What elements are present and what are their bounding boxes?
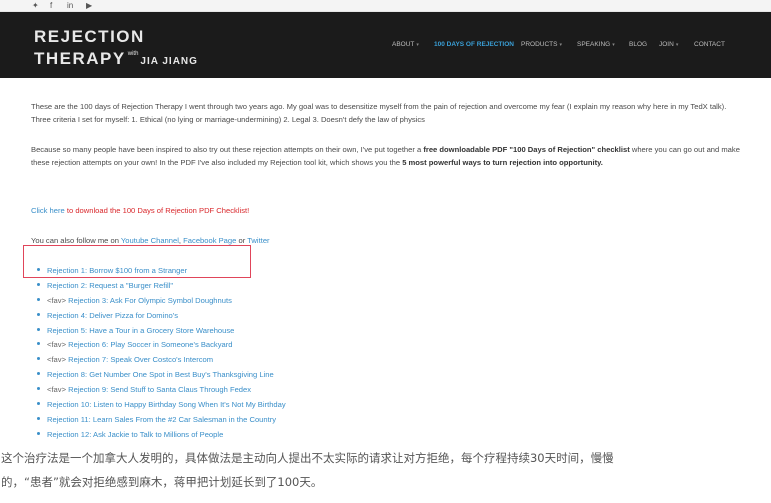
rejection-link[interactable]: Rejection 6: Play Soccer in Someone's Ba… [68, 340, 232, 349]
list-item: Rejection 10: Listen to Happy Birthday S… [37, 398, 437, 413]
list-item: <fav> Rejection 3: Ask For Olympic Symbo… [37, 294, 437, 309]
caption-line-1: 这个治疗法是一个加拿大人发明的，具体做法是主动向人提出不太实际的请求让对方拒绝，… [1, 451, 614, 465]
facebook-link[interactable]: Facebook Page [183, 236, 236, 245]
youtube-link[interactable]: Youtube Channel [121, 236, 179, 245]
chevron-down-icon: ▾ [416, 42, 419, 48]
twitter-link[interactable]: Twitter [247, 236, 269, 245]
list-item: Rejection 5: Have a Tour in a Grocery St… [37, 324, 437, 339]
site-header: REJECTION THERAPY withJIA JIANG ABOUT ▾ 10… [0, 12, 771, 78]
list-item: Rejection 8: Get Number One Spot in Best… [37, 368, 437, 383]
rejection-link[interactable]: Rejection 10: Listen to Happy Birthday S… [47, 400, 286, 409]
nav-blog[interactable]: BLOG [629, 41, 647, 48]
rejection-link[interactable]: Rejection 8: Get Number One Spot in Best… [47, 370, 274, 379]
download-line: Click here to download the 100 Days of R… [31, 204, 743, 217]
logo-therapy: THERAPY [34, 49, 126, 68]
rejection-link[interactable]: Rejection 5: Have a Tour in a Grocery St… [47, 326, 234, 335]
logo-rejection: REJECTION [34, 27, 145, 46]
twitter-icon[interactable]: ✦ [32, 1, 39, 11]
list-item: Rejection 12: Ask Jackie to Talk to Mill… [37, 428, 437, 443]
chevron-down-icon: ▾ [612, 42, 615, 48]
highlight-box [23, 245, 251, 278]
caption-line-2: 的，“患者”就会对拒绝感到麻木，蒋甲把计划延长到了100天。 [1, 475, 323, 489]
intro-paragraph: These are the 100 days of Rejection Ther… [31, 102, 727, 124]
rejection-link[interactable]: Rejection 11: Learn Sales From the #2 Ca… [47, 415, 276, 424]
facebook-icon[interactable]: f [50, 1, 52, 11]
rejection-link[interactable]: Rejection 2: Request a "Burger Refill" [47, 281, 173, 290]
list-item: <fav> Rejection 7: Speak Over Costco's I… [37, 353, 437, 368]
pdf-checklist-text: free downloadable PDF "100 Days of Rejec… [423, 145, 630, 154]
rejection-link[interactable]: Rejection 7: Speak Over Costco's Interco… [68, 355, 213, 364]
linkedin-icon[interactable]: in [67, 1, 73, 11]
site-logo[interactable]: REJECTION THERAPY withJIA JIANG [34, 28, 198, 71]
rejection-link[interactable]: Rejection 3: Ask For Olympic Symbol Doug… [68, 296, 232, 305]
chevron-down-icon: ▾ [675, 42, 679, 48]
rejection-link[interactable]: Rejection 4: Deliver Pizza for Domino's [47, 311, 178, 320]
logo-with: with [127, 51, 139, 57]
pdf-paragraph: Because so many people have been inspire… [31, 145, 740, 167]
logo-name: JIA JIANG [140, 56, 198, 67]
social-bar: ✦ f in ▶ [0, 0, 771, 12]
nav-products[interactable]: PRODUCTS ▾ [521, 41, 562, 48]
list-item: Rejection 2: Request a "Burger Refill" [37, 279, 437, 294]
turn-rejection-text: 5 most powerful ways to turn rejection i… [402, 158, 603, 167]
rejection-link[interactable]: Rejection 12: Ask Jackie to Talk to Mill… [47, 430, 223, 439]
download-text: to download the 100 Days of Rejection PD… [64, 206, 250, 215]
chevron-down-icon: ▾ [559, 42, 562, 48]
rejection-link[interactable]: Rejection 9: Send Stuff to Santa Claus T… [68, 385, 251, 394]
youtube-icon[interactable]: ▶ [86, 1, 92, 11]
list-item: Rejection 11: Learn Sales From the #2 Ca… [37, 413, 437, 428]
nav-100-days[interactable]: 100 DAYS OF REJECTION [434, 41, 514, 48]
click-here-link[interactable]: Click here [31, 206, 65, 215]
list-item: <fav> Rejection 9: Send Stuff to Santa C… [37, 383, 437, 398]
list-item: <fav> Rejection 6: Play Soccer in Someon… [37, 338, 437, 353]
list-item: Rejection 4: Deliver Pizza for Domino's [37, 309, 437, 324]
nav-about[interactable]: ABOUT ▾ [392, 41, 419, 48]
nav-join[interactable]: JOIN ▾ [659, 41, 678, 48]
article-caption: 这个治疗法是一个加拿大人发明的，具体做法是主动向人提出不太实际的请求让对方拒绝，… [0, 446, 771, 494]
nav-contact[interactable]: CONTACT [694, 41, 725, 48]
rejection-list: Rejection 1: Borrow $100 from a Stranger… [37, 264, 437, 443]
logo-therapy-line: THERAPY withJIA JIANG [34, 45, 198, 71]
nav-speaking[interactable]: SPEAKING ▾ [577, 41, 615, 48]
